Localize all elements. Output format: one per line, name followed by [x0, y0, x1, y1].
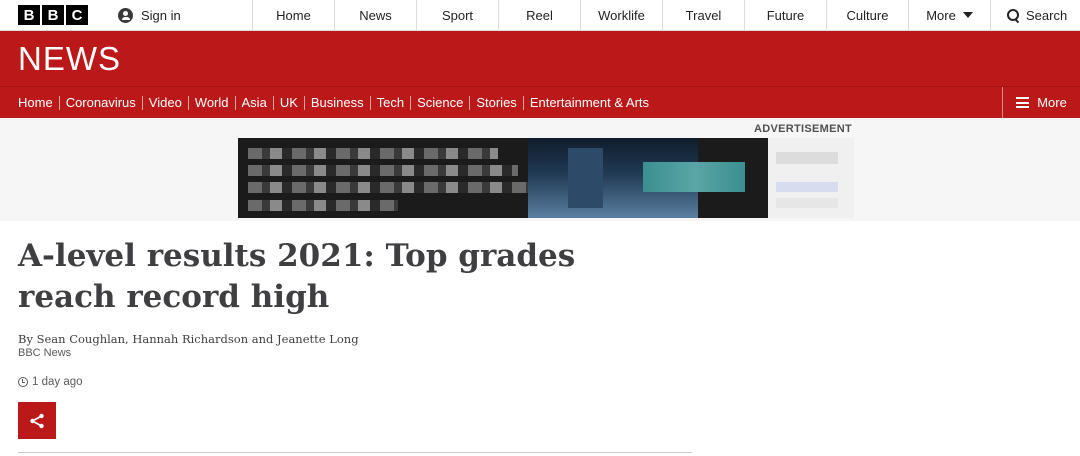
topnav-worklife[interactable]: Worklife	[580, 0, 662, 30]
nav-divider	[369, 95, 371, 110]
search-icon	[1007, 9, 1019, 21]
topnav-reel[interactable]: Reel	[498, 0, 580, 30]
nav-divider	[469, 95, 471, 110]
section-link-business[interactable]: Business	[311, 95, 364, 110]
caret-down-icon	[962, 12, 973, 18]
section-link-asia[interactable]: Asia	[242, 95, 267, 110]
section-link-coronavirus[interactable]: Coronavirus	[66, 95, 136, 110]
topnav-more-label: More	[926, 7, 956, 23]
sign-in-link[interactable]: Sign in	[106, 0, 252, 30]
top-bar: B B C Sign in Home News Sport Reel Workl…	[0, 0, 1080, 31]
section-link-world[interactable]: World	[195, 95, 229, 110]
section-more-label: More	[1037, 95, 1067, 110]
topnav-news[interactable]: News	[334, 0, 416, 30]
ad-side-panel	[768, 138, 854, 218]
section-link-entertainment-arts[interactable]: Entertainment & Arts	[530, 95, 649, 110]
article-divider	[18, 452, 692, 453]
news-brand-link[interactable]: NEWS	[18, 40, 121, 78]
nav-divider	[187, 95, 189, 110]
topnav-home[interactable]: Home	[252, 0, 334, 30]
nav-divider	[522, 95, 524, 110]
sign-in-label: Sign in	[141, 7, 181, 23]
section-link-tech[interactable]: Tech	[377, 95, 404, 110]
nav-divider	[272, 95, 274, 110]
news-header: NEWS	[0, 31, 1080, 86]
nav-divider	[141, 95, 143, 110]
topnav-more-button[interactable]: More	[908, 0, 990, 30]
advertisement-band: ADVERTISEMENT	[0, 118, 1080, 221]
ad-cta-button[interactable]	[643, 162, 745, 192]
nav-divider	[58, 95, 60, 110]
section-link-stories[interactable]: Stories	[476, 95, 516, 110]
article-header: A-level results 2021: Top grades reach r…	[18, 236, 698, 439]
section-nav: Home Coronavirus Video World Asia UK Bus…	[0, 86, 1080, 118]
logo-letter: B	[18, 5, 40, 25]
user-icon	[118, 7, 133, 23]
advertisement-banner[interactable]	[238, 138, 854, 218]
topnav-future[interactable]: Future	[744, 0, 826, 30]
nav-divider	[234, 95, 236, 110]
section-link-video[interactable]: Video	[149, 95, 182, 110]
logo-letter: C	[66, 5, 88, 25]
share-button[interactable]	[18, 402, 56, 439]
clock-icon	[18, 377, 28, 387]
article-headline: A-level results 2021: Top grades reach r…	[18, 238, 576, 315]
top-nav: Home News Sport Reel Worklife Travel Fut…	[252, 0, 990, 30]
hamburger-icon	[1016, 97, 1030, 108]
topnav-culture[interactable]: Culture	[826, 0, 908, 30]
timestamp-label: 1 day ago	[32, 376, 83, 388]
topnav-travel[interactable]: Travel	[662, 0, 744, 30]
nav-divider	[303, 95, 305, 110]
search-button[interactable]: Search	[990, 0, 1080, 30]
section-link-science[interactable]: Science	[417, 95, 463, 110]
article-timestamp: 1 day ago	[18, 376, 698, 388]
share-icon	[30, 413, 44, 429]
logo-letter: B	[42, 5, 64, 25]
bbc-logo[interactable]: B B C	[0, 0, 106, 30]
section-link-home[interactable]: Home	[18, 95, 53, 110]
article-byline: By Sean Coughlan, Hannah Richardson and …	[18, 332, 359, 346]
advertisement-label: ADVERTISEMENT	[754, 123, 853, 135]
article-source: BBC News	[18, 347, 72, 359]
section-more-button[interactable]: More	[1002, 87, 1080, 118]
search-label: Search	[1026, 7, 1068, 23]
topnav-sport[interactable]: Sport	[416, 0, 498, 30]
nav-divider	[410, 95, 412, 110]
section-link-uk[interactable]: UK	[280, 95, 298, 110]
